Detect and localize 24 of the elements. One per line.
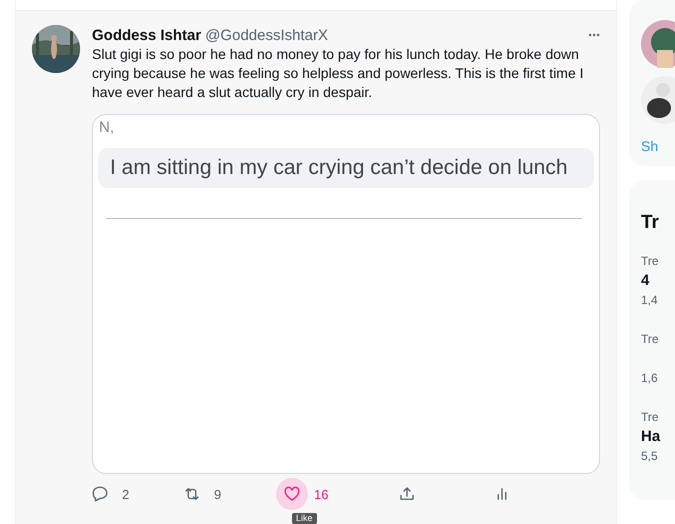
author-handle[interactable]: @GoddessIshtarX xyxy=(205,26,328,44)
tooltip: Like xyxy=(292,513,317,524)
message-bubble: I am sitting in my car crying can’t decide on lunch xyxy=(98,148,594,188)
trend-count: 5,5 xyxy=(641,449,659,463)
trend-context: Tre xyxy=(641,332,660,346)
section-title: Tr xyxy=(641,212,660,234)
heart-icon xyxy=(283,485,301,503)
share-icon xyxy=(398,485,416,503)
trend-title[interactable]: Ha xyxy=(641,428,675,445)
trend-title[interactable]: 4 xyxy=(641,272,675,289)
media-screenshot[interactable]: N, I am sitting in my car crying can’t decide on lunch xyxy=(92,114,600,474)
sender-name: N, xyxy=(98,119,115,136)
tweet-card[interactable] xyxy=(16,11,616,524)
trend-context: Tre xyxy=(641,410,660,424)
trend-context: Tre xyxy=(641,254,660,268)
tweet-text: Slut gigi is so poor he had no money to pay for his lunch today. He broke down crying because he was feeling so helpless and powerless. This is the first time I have ever heard a slut actually cry in despair. xyxy=(92,45,585,102)
trend-count: 1,4 xyxy=(641,293,659,307)
more-button[interactable]: ··· xyxy=(588,26,600,44)
reply-button[interactable]: 2 xyxy=(84,478,130,510)
author-name[interactable]: Goddess Ishtar xyxy=(92,26,202,44)
retweet-button[interactable]: 9 xyxy=(176,478,222,510)
trend-count: 1,6 xyxy=(641,371,659,385)
retweet-icon xyxy=(183,485,201,503)
reply-icon xyxy=(91,485,109,503)
